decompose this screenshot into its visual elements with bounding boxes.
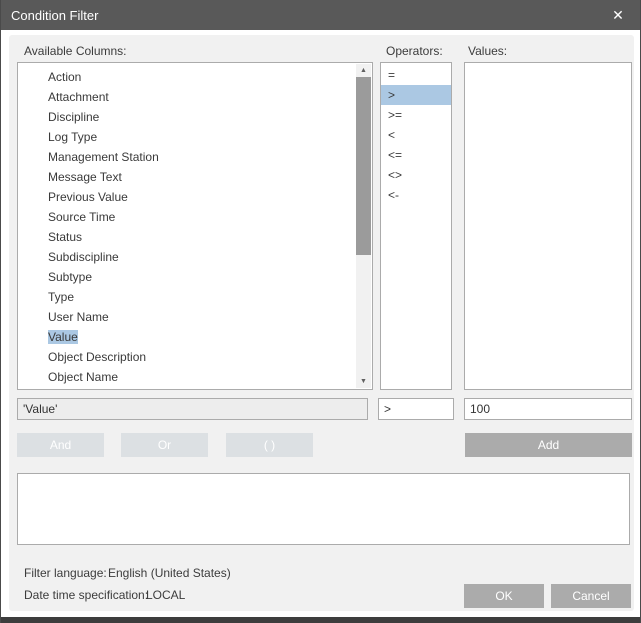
operator-item[interactable]: <- — [381, 185, 451, 205]
available-column-item-label: Management Station — [48, 150, 159, 164]
scroll-down-icon[interactable]: ▼ — [356, 375, 371, 388]
available-column-item-label: User Name — [48, 310, 109, 324]
values-label: Values: — [468, 44, 507, 58]
operator-item[interactable]: = — [381, 65, 451, 85]
close-icon[interactable]: ✕ — [596, 0, 640, 30]
available-column-item[interactable]: Source Time — [18, 207, 356, 227]
add-button[interactable]: Add — [465, 433, 632, 457]
operator-item[interactable]: <= — [381, 145, 451, 165]
available-column-item[interactable]: Subdiscipline — [18, 247, 356, 267]
available-column-item-label: Value — [48, 330, 78, 344]
available-column-item-label: Log Type — [48, 130, 97, 144]
filter-language-label: Filter language: — [24, 566, 107, 580]
cancel-button[interactable]: Cancel — [551, 584, 631, 608]
window-bottom-edge — [1, 617, 640, 623]
available-column-item[interactable]: Object Name — [18, 367, 356, 387]
value-field[interactable] — [464, 398, 632, 420]
available-column-item[interactable]: Log Type — [18, 127, 356, 147]
column-field[interactable] — [17, 398, 368, 420]
available-column-item-label: Object Description — [48, 350, 146, 364]
parentheses-button[interactable]: ( ) — [226, 433, 313, 457]
condition-filter-dialog: Condition Filter ✕ Available Columns: Op… — [0, 0, 641, 623]
operator-item[interactable]: > — [381, 85, 451, 105]
and-button[interactable]: And — [17, 433, 104, 457]
date-time-specification-value: LOCAL — [146, 588, 185, 602]
available-column-item-label: Type — [48, 290, 74, 304]
filter-language-value: English (United States) — [108, 566, 231, 580]
available-column-item-label: Source Time — [48, 210, 115, 224]
available-column-item[interactable]: Discipline — [18, 107, 356, 127]
available-column-item[interactable]: Management Station — [18, 147, 356, 167]
available-column-item[interactable]: Attachment — [18, 87, 356, 107]
filter-expression-area[interactable] — [17, 473, 630, 545]
available-column-item[interactable]: Message Text — [18, 167, 356, 187]
columns-scrollbar[interactable]: ▲ ▼ — [356, 64, 371, 388]
available-column-item-label: Subtype — [48, 270, 92, 284]
available-column-item-label: Subdiscipline — [48, 250, 119, 264]
operators-items: =>>=<<=<><- — [381, 65, 451, 205]
operator-field[interactable] — [378, 398, 454, 420]
operator-item[interactable]: < — [381, 125, 451, 145]
available-column-item-label: Object Name — [48, 370, 118, 384]
dialog-content-panel: Available Columns: Operators: Values: Ac… — [9, 35, 634, 611]
available-columns-label: Available Columns: — [24, 44, 127, 58]
dialog-title: Condition Filter — [1, 8, 596, 23]
or-button[interactable]: Or — [121, 433, 208, 457]
available-column-item-label: Message Text — [48, 170, 122, 184]
operators-list[interactable]: =>>=<<=<><- — [380, 62, 452, 390]
scrollbar-thumb[interactable] — [356, 77, 371, 255]
values-list[interactable] — [464, 62, 632, 390]
available-column-item[interactable]: Status — [18, 227, 356, 247]
available-column-item[interactable]: User Name — [18, 307, 356, 327]
available-columns-items: Action Attachment Discipline Log Type Manage… — [18, 67, 356, 387]
title-bar: Condition Filter ✕ — [1, 0, 640, 30]
available-column-item-label: Action — [48, 70, 81, 84]
operators-label: Operators: — [386, 44, 443, 58]
available-column-item-label: Status — [48, 230, 82, 244]
available-column-item-label: Attachment — [48, 90, 109, 104]
scroll-up-icon[interactable]: ▲ — [356, 64, 371, 77]
ok-button[interactable]: OK — [464, 584, 544, 608]
available-column-item-label: Discipline — [48, 110, 99, 124]
available-column-item[interactable]: Previous Value — [18, 187, 356, 207]
date-time-specification-label: Date time specification: — [24, 588, 148, 602]
operator-item[interactable]: >= — [381, 105, 451, 125]
available-column-item-label: Previous Value — [48, 190, 128, 204]
available-column-item[interactable]: Value — [18, 327, 356, 347]
available-column-item[interactable]: Type — [18, 287, 356, 307]
available-columns-list[interactable]: Action Attachment Discipline Log Type Manage… — [17, 62, 373, 390]
operator-item[interactable]: <> — [381, 165, 451, 185]
available-column-item[interactable]: Action — [18, 67, 356, 87]
available-column-item[interactable]: Object Description — [18, 347, 356, 367]
available-column-item[interactable]: Subtype — [18, 267, 356, 287]
